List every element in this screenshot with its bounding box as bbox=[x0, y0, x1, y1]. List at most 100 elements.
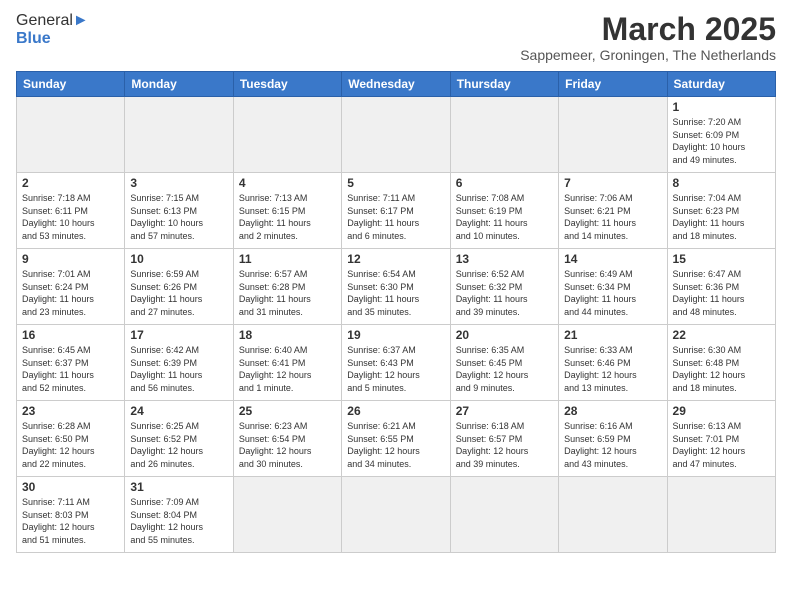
day-cell: 28 Sunrise: 6:16 AMSunset: 6:59 PMDaylig… bbox=[559, 401, 667, 477]
day-number: 23 bbox=[22, 404, 119, 418]
day-number: 3 bbox=[130, 176, 227, 190]
day-info: Sunrise: 6:49 AMSunset: 6:34 PMDaylight:… bbox=[564, 269, 636, 317]
day-cell: 11 Sunrise: 6:57 AMSunset: 6:28 PMDaylig… bbox=[233, 249, 341, 325]
day-cell: 12 Sunrise: 6:54 AMSunset: 6:30 PMDaylig… bbox=[342, 249, 450, 325]
day-number: 18 bbox=[239, 328, 336, 342]
day-info: Sunrise: 6:16 AMSunset: 6:59 PMDaylight:… bbox=[564, 421, 637, 469]
day-number: 6 bbox=[456, 176, 553, 190]
empty-cell bbox=[559, 97, 667, 173]
day-number: 31 bbox=[130, 480, 227, 494]
calendar-table: Sunday Monday Tuesday Wednesday Thursday… bbox=[16, 71, 776, 553]
day-cell: 30 Sunrise: 7:11 AMSunset: 8:03 PMDaylig… bbox=[17, 477, 125, 553]
day-cell: 18 Sunrise: 6:40 AMSunset: 6:41 PMDaylig… bbox=[233, 325, 341, 401]
day-info: Sunrise: 7:20 AMSunset: 6:09 PMDaylight:… bbox=[673, 117, 746, 165]
day-cell: 13 Sunrise: 6:52 AMSunset: 6:32 PMDaylig… bbox=[450, 249, 558, 325]
day-number: 5 bbox=[347, 176, 444, 190]
day-info: Sunrise: 6:54 AMSunset: 6:30 PMDaylight:… bbox=[347, 269, 419, 317]
day-info: Sunrise: 6:40 AMSunset: 6:41 PMDaylight:… bbox=[239, 345, 312, 393]
day-number: 15 bbox=[673, 252, 770, 266]
day-cell: 27 Sunrise: 6:18 AMSunset: 6:57 PMDaylig… bbox=[450, 401, 558, 477]
header-wednesday: Wednesday bbox=[342, 72, 450, 97]
day-cell: 20 Sunrise: 6:35 AMSunset: 6:45 PMDaylig… bbox=[450, 325, 558, 401]
title-block: March 2025 Sappemeer, Groningen, The Net… bbox=[520, 12, 776, 63]
day-number: 20 bbox=[456, 328, 553, 342]
day-number: 30 bbox=[22, 480, 119, 494]
logo: General► Blue bbox=[16, 12, 89, 47]
day-number: 14 bbox=[564, 252, 661, 266]
header-monday: Monday bbox=[125, 72, 233, 97]
day-number: 17 bbox=[130, 328, 227, 342]
calendar-row: 2 Sunrise: 7:18 AMSunset: 6:11 PMDayligh… bbox=[17, 173, 776, 249]
day-info: Sunrise: 6:23 AMSunset: 6:54 PMDaylight:… bbox=[239, 421, 312, 469]
empty-cell bbox=[342, 477, 450, 553]
day-number: 19 bbox=[347, 328, 444, 342]
day-number: 9 bbox=[22, 252, 119, 266]
day-cell: 21 Sunrise: 6:33 AMSunset: 6:46 PMDaylig… bbox=[559, 325, 667, 401]
day-info: Sunrise: 6:25 AMSunset: 6:52 PMDaylight:… bbox=[130, 421, 203, 469]
calendar-row: 30 Sunrise: 7:11 AMSunset: 8:03 PMDaylig… bbox=[17, 477, 776, 553]
day-info: Sunrise: 7:11 AMSunset: 8:03 PMDaylight:… bbox=[22, 497, 95, 545]
calendar-row: 16 Sunrise: 6:45 AMSunset: 6:37 PMDaylig… bbox=[17, 325, 776, 401]
day-number: 27 bbox=[456, 404, 553, 418]
day-info: Sunrise: 6:13 AMSunset: 7:01 PMDaylight:… bbox=[673, 421, 746, 469]
day-info: Sunrise: 6:59 AMSunset: 6:26 PMDaylight:… bbox=[130, 269, 202, 317]
day-info: Sunrise: 6:21 AMSunset: 6:55 PMDaylight:… bbox=[347, 421, 420, 469]
day-info: Sunrise: 6:45 AMSunset: 6:37 PMDaylight:… bbox=[22, 345, 94, 393]
empty-cell bbox=[450, 97, 558, 173]
day-cell: 26 Sunrise: 6:21 AMSunset: 6:55 PMDaylig… bbox=[342, 401, 450, 477]
day-info: Sunrise: 6:30 AMSunset: 6:48 PMDaylight:… bbox=[673, 345, 746, 393]
empty-cell bbox=[17, 97, 125, 173]
calendar-row: 23 Sunrise: 6:28 AMSunset: 6:50 PMDaylig… bbox=[17, 401, 776, 477]
day-info: Sunrise: 7:01 AMSunset: 6:24 PMDaylight:… bbox=[22, 269, 94, 317]
day-cell: 2 Sunrise: 7:18 AMSunset: 6:11 PMDayligh… bbox=[17, 173, 125, 249]
day-number: 24 bbox=[130, 404, 227, 418]
day-number: 11 bbox=[239, 252, 336, 266]
weekday-header-row: Sunday Monday Tuesday Wednesday Thursday… bbox=[17, 72, 776, 97]
day-info: Sunrise: 7:08 AMSunset: 6:19 PMDaylight:… bbox=[456, 193, 528, 241]
day-cell: 1 Sunrise: 7:20 AMSunset: 6:09 PMDayligh… bbox=[667, 97, 775, 173]
day-info: Sunrise: 6:47 AMSunset: 6:36 PMDaylight:… bbox=[673, 269, 745, 317]
day-cell: 25 Sunrise: 6:23 AMSunset: 6:54 PMDaylig… bbox=[233, 401, 341, 477]
empty-cell bbox=[233, 477, 341, 553]
day-info: Sunrise: 6:57 AMSunset: 6:28 PMDaylight:… bbox=[239, 269, 311, 317]
day-cell: 6 Sunrise: 7:08 AMSunset: 6:19 PMDayligh… bbox=[450, 173, 558, 249]
day-info: Sunrise: 7:09 AMSunset: 8:04 PMDaylight:… bbox=[130, 497, 203, 545]
day-cell: 29 Sunrise: 6:13 AMSunset: 7:01 PMDaylig… bbox=[667, 401, 775, 477]
day-info: Sunrise: 6:37 AMSunset: 6:43 PMDaylight:… bbox=[347, 345, 420, 393]
calendar-page: General► Blue March 2025 Sappemeer, Gron… bbox=[0, 0, 792, 612]
day-number: 4 bbox=[239, 176, 336, 190]
empty-cell bbox=[342, 97, 450, 173]
day-number: 21 bbox=[564, 328, 661, 342]
empty-cell bbox=[450, 477, 558, 553]
day-number: 25 bbox=[239, 404, 336, 418]
day-number: 29 bbox=[673, 404, 770, 418]
empty-cell bbox=[233, 97, 341, 173]
day-number: 8 bbox=[673, 176, 770, 190]
day-info: Sunrise: 7:11 AMSunset: 6:17 PMDaylight:… bbox=[347, 193, 419, 241]
day-number: 1 bbox=[673, 100, 770, 114]
day-number: 2 bbox=[22, 176, 119, 190]
header-saturday: Saturday bbox=[667, 72, 775, 97]
day-cell: 10 Sunrise: 6:59 AMSunset: 6:26 PMDaylig… bbox=[125, 249, 233, 325]
day-info: Sunrise: 7:13 AMSunset: 6:15 PMDaylight:… bbox=[239, 193, 311, 241]
header-tuesday: Tuesday bbox=[233, 72, 341, 97]
day-number: 12 bbox=[347, 252, 444, 266]
day-cell: 22 Sunrise: 6:30 AMSunset: 6:48 PMDaylig… bbox=[667, 325, 775, 401]
day-number: 28 bbox=[564, 404, 661, 418]
day-info: Sunrise: 6:35 AMSunset: 6:45 PMDaylight:… bbox=[456, 345, 529, 393]
empty-cell bbox=[125, 97, 233, 173]
day-cell: 14 Sunrise: 6:49 AMSunset: 6:34 PMDaylig… bbox=[559, 249, 667, 325]
calendar-row: 9 Sunrise: 7:01 AMSunset: 6:24 PMDayligh… bbox=[17, 249, 776, 325]
day-info: Sunrise: 6:18 AMSunset: 6:57 PMDaylight:… bbox=[456, 421, 529, 469]
day-cell: 8 Sunrise: 7:04 AMSunset: 6:23 PMDayligh… bbox=[667, 173, 775, 249]
day-cell: 7 Sunrise: 7:06 AMSunset: 6:21 PMDayligh… bbox=[559, 173, 667, 249]
day-number: 22 bbox=[673, 328, 770, 342]
day-cell: 4 Sunrise: 7:13 AMSunset: 6:15 PMDayligh… bbox=[233, 173, 341, 249]
day-cell: 15 Sunrise: 6:47 AMSunset: 6:36 PMDaylig… bbox=[667, 249, 775, 325]
header: General► Blue March 2025 Sappemeer, Gron… bbox=[16, 12, 776, 63]
day-info: Sunrise: 6:52 AMSunset: 6:32 PMDaylight:… bbox=[456, 269, 528, 317]
subtitle: Sappemeer, Groningen, The Netherlands bbox=[520, 47, 776, 63]
day-info: Sunrise: 7:15 AMSunset: 6:13 PMDaylight:… bbox=[130, 193, 203, 241]
day-number: 13 bbox=[456, 252, 553, 266]
calendar-row: 1 Sunrise: 7:20 AMSunset: 6:09 PMDayligh… bbox=[17, 97, 776, 173]
